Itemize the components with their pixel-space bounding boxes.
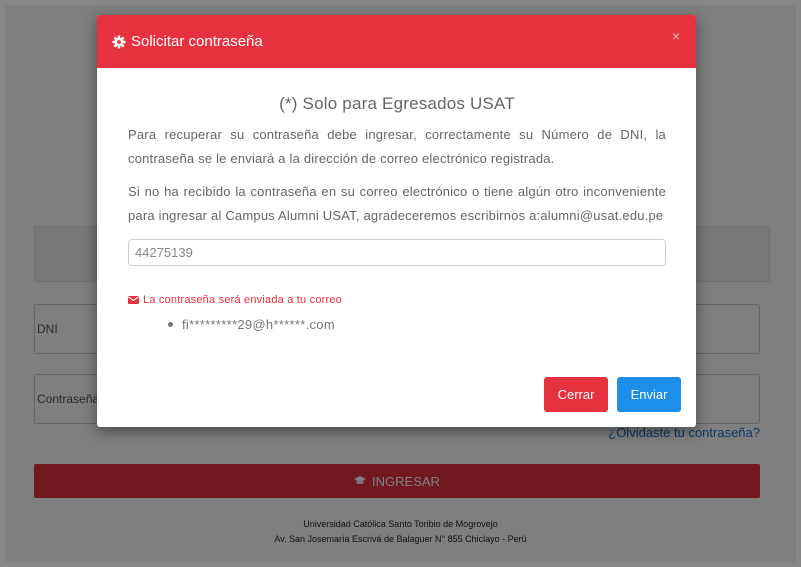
modal-body: (*) Solo para Egresados USAT Para recupe… [97, 68, 696, 332]
close-button[interactable]: Cerrar [544, 377, 608, 412]
dni-input[interactable] [128, 239, 666, 266]
masked-email: fi*********29@h******.com [182, 317, 335, 332]
close-icon[interactable]: × [672, 28, 680, 44]
email-list: fi*********29@h******.com [168, 317, 666, 332]
modal-header: Solicitar contraseña × [97, 15, 696, 68]
instructions-paragraph: Para recuperar su contraseña debe ingres… [128, 127, 666, 166]
contact-paragraph: Si no ha recibido la contraseña en su co… [128, 184, 666, 223]
modal-footer: Cerrar Enviar [544, 377, 681, 412]
envelope-icon [128, 296, 139, 304]
mail-notice: La contraseña será enviada a tu correo [128, 294, 666, 306]
list-item: fi*********29@h******.com [168, 317, 666, 332]
request-password-modal: Solicitar contraseña × (*) Solo para Egr… [97, 15, 696, 427]
graduates-notice: (*) Solo para Egresados USAT [279, 94, 515, 113]
send-button[interactable]: Enviar [617, 377, 681, 412]
mail-notice-text: La contraseña será enviada a tu correo [143, 294, 342, 306]
screen: DNI Contraseña ¿Olvidaste tu contraseña?… [0, 0, 801, 567]
modal-title: Solicitar contraseña [131, 33, 263, 50]
bullet-icon [168, 322, 173, 327]
gear-icon [112, 34, 126, 49]
